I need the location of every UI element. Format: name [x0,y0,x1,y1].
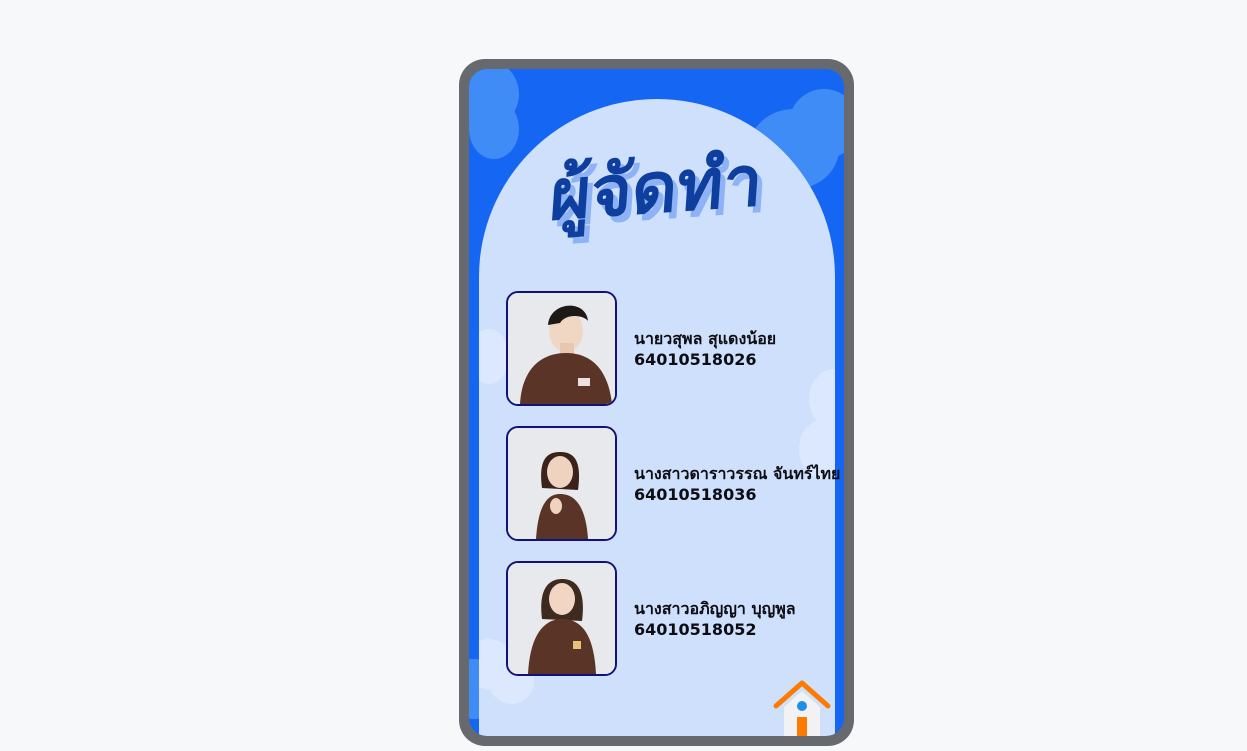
member-card: นางสาวอภิญญา บุญพูล 64010518052 [506,561,836,679]
home-icon [773,679,831,736]
page: ผู้จัดทำ ผู้จัดทำ นายวสุพล สุแดงน้อย 640… [0,0,1247,751]
member-photo [506,291,617,406]
member-photo [506,561,617,676]
member-card: นายวสุพล สุแดงน้อย 64010518026 [506,291,836,409]
member-info: นายวสุพล สุแดงน้อย 64010518026 [634,328,844,370]
member-name: นายวสุพล สุแดงน้อย [634,329,777,348]
home-button[interactable] [772,679,832,736]
member-name: นางสาวอภิญญา บุญพูล [634,599,796,618]
member-card: นางสาวดาราวรรณ จันทร์ไทย 64010518036 [506,426,840,544]
member-info: นางสาวอภิญญา บุญพูล 64010518052 [634,598,844,640]
cloud-decoration [479,329,509,384]
page-title: ผู้จัดทำ ผู้จัดทำ [469,133,844,243]
member-student-id: 64010518052 [634,620,757,639]
member-photo [506,426,617,541]
member-student-id: 64010518036 [634,485,757,504]
app-screen: ผู้จัดทำ ผู้จัดทำ นายวสุพล สุแดงน้อย 640… [469,69,844,736]
member-name: นางสาวดาราวรรณ จันทร์ไทย [634,464,841,483]
phone-frame: ผู้จัดทำ ผู้จัดทำ นายวสุพล สุแดงน้อย 640… [459,59,854,746]
member-student-id: 64010518026 [634,350,757,369]
member-info: นางสาวดาราวรรณ จันทร์ไทย 64010518036 [634,463,844,505]
